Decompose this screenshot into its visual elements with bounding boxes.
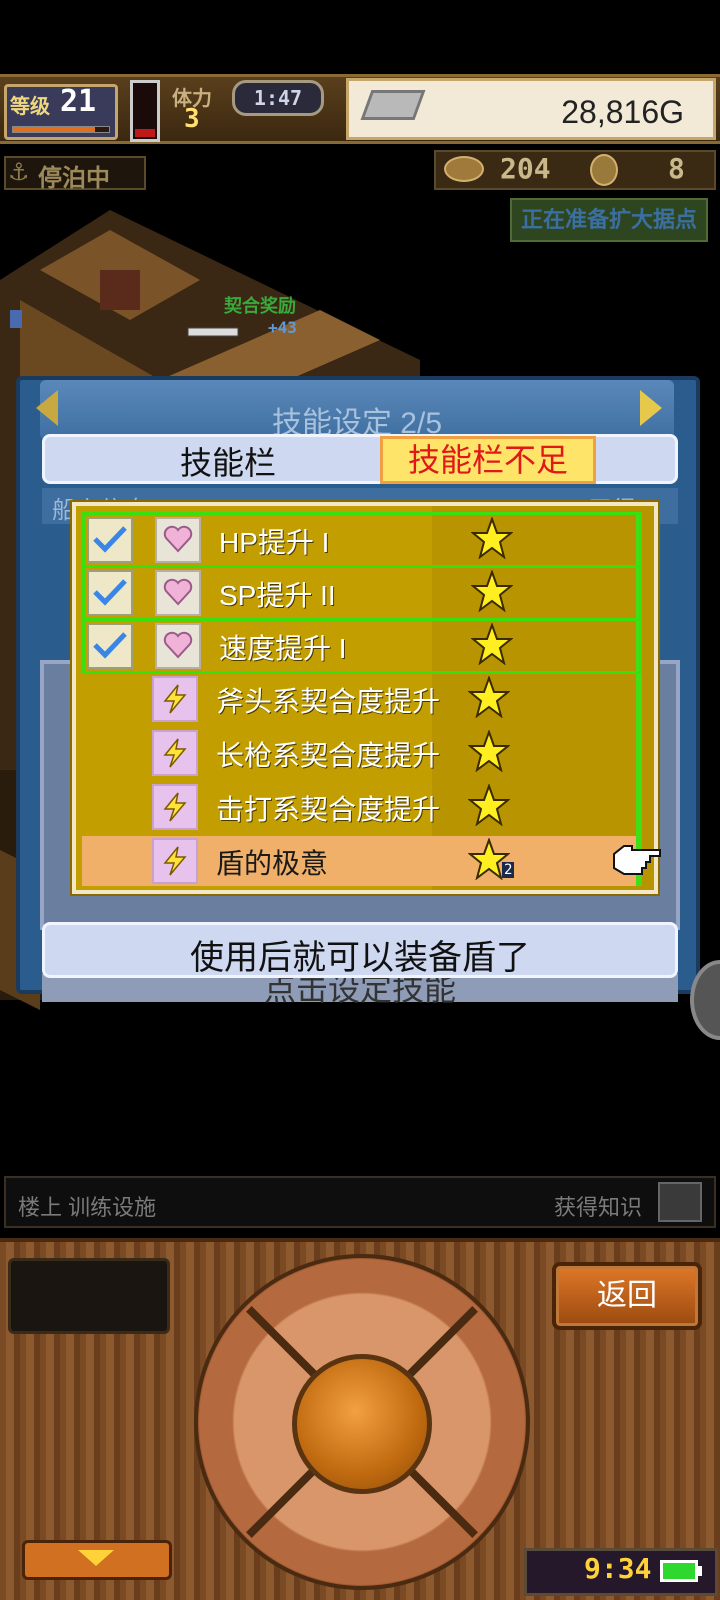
- resource-a-value: 204: [500, 152, 551, 185]
- anchor-icon: ⚓: [8, 159, 30, 186]
- confirm-button[interactable]: [292, 1354, 432, 1494]
- star-icon: [468, 784, 510, 826]
- mini-screen: [8, 1258, 170, 1334]
- hp-gauge-fill: [135, 129, 155, 137]
- back-button[interactable]: 返回: [552, 1262, 702, 1330]
- check-icon: [93, 632, 127, 659]
- lightning-icon: [152, 838, 198, 884]
- skill-checkbox[interactable]: [87, 517, 133, 563]
- skill-slot-label: 技能栏: [180, 445, 277, 481]
- gold-value: 28,816G: [561, 94, 684, 130]
- skill-row-blunt-affinity[interactable]: 击打系契合度提升: [82, 782, 636, 832]
- skill-description: 使用后就可以装备盾了: [190, 939, 530, 977]
- check-icon: [93, 526, 127, 553]
- level-label: 等级: [10, 94, 50, 118]
- arrow-down-icon: [78, 1550, 114, 1566]
- star-icon: [468, 676, 510, 718]
- pointing-hand-icon: [613, 845, 661, 875]
- skill-name: 速度提升 I: [219, 633, 347, 664]
- food-icon: [444, 156, 484, 182]
- skill-checkbox[interactable]: [87, 623, 133, 669]
- lightning-icon: [152, 730, 198, 776]
- skill-name: 击打系契合度提升: [216, 794, 441, 825]
- game-clock: 1:47: [232, 80, 324, 116]
- star-icon: [468, 730, 510, 772]
- skill-row-speed-up-1[interactable]: 速度提升 I: [82, 618, 642, 674]
- battery-tip: [698, 1566, 702, 1576]
- time-value: 9:34: [584, 1552, 652, 1585]
- lightning-icon: [152, 676, 198, 722]
- battery-icon: [660, 1560, 698, 1582]
- star-count-badge: 2: [502, 862, 515, 878]
- previous-character-arrow-icon[interactable]: [36, 390, 58, 426]
- level-exp-fill: [13, 127, 95, 132]
- skill-row-hp-up-1[interactable]: HP提升 I: [82, 512, 642, 568]
- skill-slot-warning: 技能栏不足: [380, 436, 596, 484]
- skill-row-shield-mastery[interactable]: 盾的极意 2: [82, 836, 636, 886]
- skill-name: 长枪系契合度提升: [216, 740, 441, 771]
- skill-checkbox[interactable]: [87, 570, 133, 616]
- skill-name: 盾的极意: [216, 848, 329, 879]
- knowledge-label: 获得知识: [554, 1195, 643, 1220]
- skill-row-spear-affinity[interactable]: 长枪系契合度提升: [82, 728, 636, 778]
- skill-row-sp-up-2[interactable]: SP提升 II: [82, 565, 642, 621]
- docked-status-label: 停泊中: [38, 165, 110, 192]
- level-value: 21: [60, 84, 97, 119]
- bond-reward-label: 契合奖励: [224, 296, 296, 317]
- skill-name: 斧头系契合度提升: [216, 686, 441, 717]
- gold-bar-icon: [360, 90, 426, 120]
- resource-b-value: 8: [668, 152, 685, 185]
- quill-icon[interactable]: [658, 1182, 702, 1222]
- check-icon: [93, 579, 127, 606]
- skill-name: SP提升 II: [219, 580, 336, 611]
- star-icon: [471, 517, 513, 559]
- heart-icon: [155, 517, 201, 563]
- star-icon: [471, 623, 513, 665]
- heart-icon: [155, 623, 201, 669]
- star-icon: [471, 570, 513, 612]
- heart-icon: [155, 570, 201, 616]
- medal-icon: [590, 154, 618, 186]
- stamina-value: 3: [184, 104, 200, 134]
- location-label: 楼上 训练设施: [18, 1195, 157, 1220]
- next-character-arrow-icon[interactable]: [640, 390, 662, 426]
- bond-reward-value: +43: [268, 318, 297, 337]
- skill-row-axe-affinity[interactable]: 斧头系契合度提升: [82, 674, 636, 724]
- lightning-icon: [152, 784, 198, 830]
- skill-name: HP提升 I: [219, 527, 330, 558]
